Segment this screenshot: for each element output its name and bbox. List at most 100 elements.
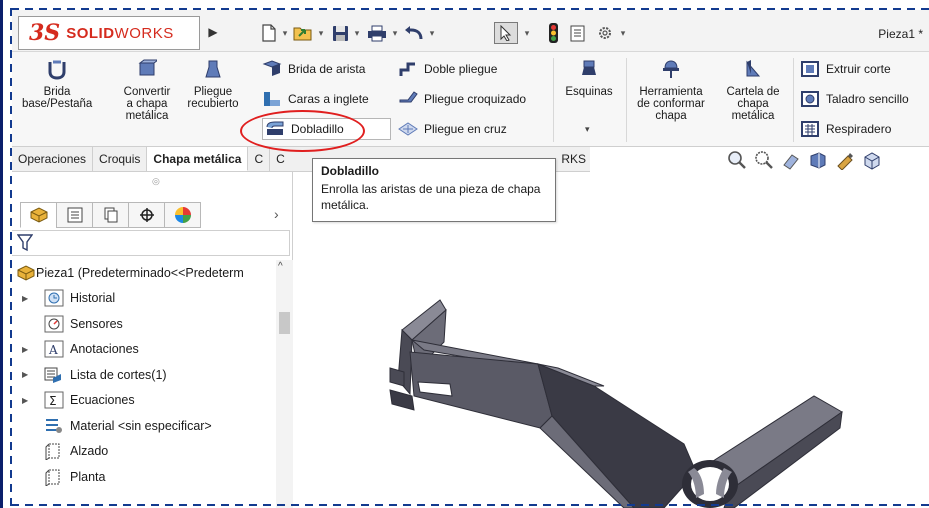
undo-icon[interactable] <box>403 22 425 44</box>
forming-tool-icon <box>663 60 679 78</box>
dimxpertmanager-tab[interactable] <box>128 202 165 228</box>
tree-item-planta[interactable]: Planta <box>12 464 284 490</box>
new-dropdown-icon[interactable]: ▾ <box>280 22 290 44</box>
caras-inglete-button[interactable]: Caras a inglete <box>262 88 369 110</box>
miter-flange-icon <box>264 92 280 106</box>
tree-item-lista-cortes[interactable]: ▶ Lista de cortes(1) <box>12 362 284 388</box>
lofted-bend-icon <box>205 60 221 78</box>
select-dropdown-icon[interactable]: ▾ <box>522 22 532 44</box>
cross-break-icon <box>398 122 418 136</box>
tree-scrollbar[interactable]: ^ <box>276 260 293 508</box>
feature-tree: Pieza1 (Predeterminado<<Predeterm ▶ Hist… <box>12 260 284 490</box>
options-dropdown-icon[interactable]: ▾ <box>618 22 628 44</box>
print-dropdown-icon[interactable]: ▾ <box>390 22 400 44</box>
feature-manager-tabs <box>20 202 201 228</box>
displaymanager-tab[interactable] <box>164 202 201 228</box>
extruded-cut-icon <box>801 61 819 77</box>
undo-dropdown-icon[interactable]: ▾ <box>427 22 437 44</box>
jog-icon <box>399 62 415 76</box>
dashed-border-left <box>10 8 12 508</box>
tab-partial-1[interactable]: C <box>248 147 271 171</box>
history-folder-icon <box>44 289 64 307</box>
tab-partial-2-tail: RKS <box>561 152 586 166</box>
panel-grip-icon[interactable]: ◎ <box>152 176 160 187</box>
expand-arrow-icon[interactable]: ▶ <box>22 396 28 405</box>
pliegue-recubierto-button[interactable]: Pliegue recubierto <box>182 58 244 110</box>
pliegue-croquizado-button[interactable]: Pliegue croquizado <box>398 88 526 110</box>
tree-item-historial[interactable]: ▶ Historial <box>12 286 284 312</box>
new-document-icon[interactable] <box>260 22 278 44</box>
tree-item-anotaciones[interactable]: ▶ A Anotaciones <box>12 337 284 363</box>
feature-tree-icon <box>30 207 47 223</box>
appearance-ball-icon <box>174 207 191 223</box>
view-orientation-icon[interactable] <box>862 150 882 170</box>
doble-pliegue-button[interactable]: Doble pliegue <box>398 58 497 80</box>
part-icon <box>17 265 35 281</box>
expand-arrow-icon[interactable]: ▶ <box>22 345 28 354</box>
menu-expand-arrow-icon[interactable]: ▶ <box>205 22 221 42</box>
graphics-area[interactable] <box>294 172 929 508</box>
expand-arrow-icon[interactable]: ▶ <box>22 294 28 303</box>
esquinas-dropdown-icon[interactable]: ▾ <box>585 124 590 135</box>
select-arrow-icon[interactable] <box>494 22 518 44</box>
zoom-to-fit-icon[interactable] <box>727 150 747 170</box>
section-view-icon[interactable] <box>808 150 828 170</box>
tree-filter-bar[interactable] <box>12 230 290 256</box>
tree-item-ecuaciones[interactable]: ▶ Σ Ecuaciones <box>12 388 284 414</box>
expand-arrow-icon[interactable]: ▶ <box>22 370 28 379</box>
sheet-metal-part-model[interactable] <box>294 172 929 508</box>
dashed-border-bottom <box>11 504 929 506</box>
solidworks-logo[interactable]: 3S SOLIDWORKS <box>18 16 200 50</box>
tree-item-alzado[interactable]: Alzado <box>12 439 284 465</box>
configurationmanager-tab[interactable] <box>92 202 129 228</box>
ds-mark: 3S <box>29 20 61 46</box>
brida-base-button[interactable]: Brida base/Pestaña <box>22 58 92 110</box>
zoom-to-area-icon[interactable] <box>754 150 774 170</box>
save-dropdown-icon[interactable]: ▾ <box>352 22 362 44</box>
herramienta-conformar-button[interactable]: Herramienta de conformar chapa <box>630 58 712 122</box>
edge-flange-icon <box>262 60 282 76</box>
convertir-button[interactable]: Convertir a chapa metálica <box>116 58 178 122</box>
chevron-right-icon[interactable]: › <box>274 206 279 222</box>
sketched-bend-icon <box>399 91 418 103</box>
filter-funnel-icon[interactable] <box>17 234 33 252</box>
scroll-up-arrow-icon[interactable]: ^ <box>278 261 283 272</box>
previous-view-icon[interactable] <box>781 150 801 170</box>
ribbon-separator <box>626 58 627 142</box>
tab-operaciones[interactable]: Operaciones <box>12 147 94 171</box>
extruir-corte-button[interactable]: Extruir corte <box>800 58 891 80</box>
cartela-button[interactable]: Cartela de chapa metálica <box>720 58 786 122</box>
rebuild-traffic-light-icon[interactable] <box>546 22 560 44</box>
dashed-border-top <box>11 8 929 10</box>
taladro-sencillo-button[interactable]: Taladro sencillo <box>800 88 909 110</box>
configurations-icon <box>104 207 117 223</box>
esquinas-button[interactable]: Esquinas <box>560 58 618 98</box>
featuremanager-tab[interactable] <box>20 202 57 228</box>
tooltip-title: Dobladillo <box>321 164 379 178</box>
scroll-thumb[interactable] <box>279 312 290 334</box>
solidworks-window: 3S SOLIDWORKS ▶ ▾ ▾ ▾ ▾ ▾ ▾ ▾ Pieza1 * B… <box>0 0 929 508</box>
tab-chapa-metalica[interactable]: Chapa metálica <box>147 147 249 171</box>
dynamic-annotation-view-icon[interactable] <box>835 150 855 170</box>
options-gear-icon[interactable] <box>596 22 614 44</box>
save-icon[interactable] <box>330 22 350 44</box>
plane-icon <box>45 469 60 486</box>
property-list-icon <box>67 207 82 223</box>
file-properties-icon[interactable] <box>568 22 586 44</box>
respiradero-button[interactable]: Respiradero <box>800 118 891 140</box>
equations-folder-icon: Σ <box>44 391 64 409</box>
svg-text:A: A <box>48 343 58 357</box>
tree-item-part[interactable]: Pieza1 (Predeterminado<<Predeterm <box>12 260 284 286</box>
brida-arista-button[interactable]: Brida de arista <box>262 58 365 80</box>
tree-item-sensores[interactable]: Sensores <box>12 311 284 337</box>
open-dropdown-icon[interactable]: ▾ <box>316 22 326 44</box>
corners-icon <box>582 60 596 75</box>
command-manager: Brida base/Pestaña Convertir a chapa met… <box>12 52 929 147</box>
open-folder-icon[interactable] <box>292 22 314 44</box>
tab-croquis[interactable]: Croquis <box>93 147 148 171</box>
propertymanager-tab[interactable] <box>56 202 93 228</box>
tree-item-material[interactable]: Material <sin especificar> <box>12 413 284 439</box>
print-icon[interactable] <box>366 22 388 44</box>
pliegue-cruz-button[interactable]: Pliegue en cruz <box>398 118 507 140</box>
material-icon <box>46 418 62 433</box>
